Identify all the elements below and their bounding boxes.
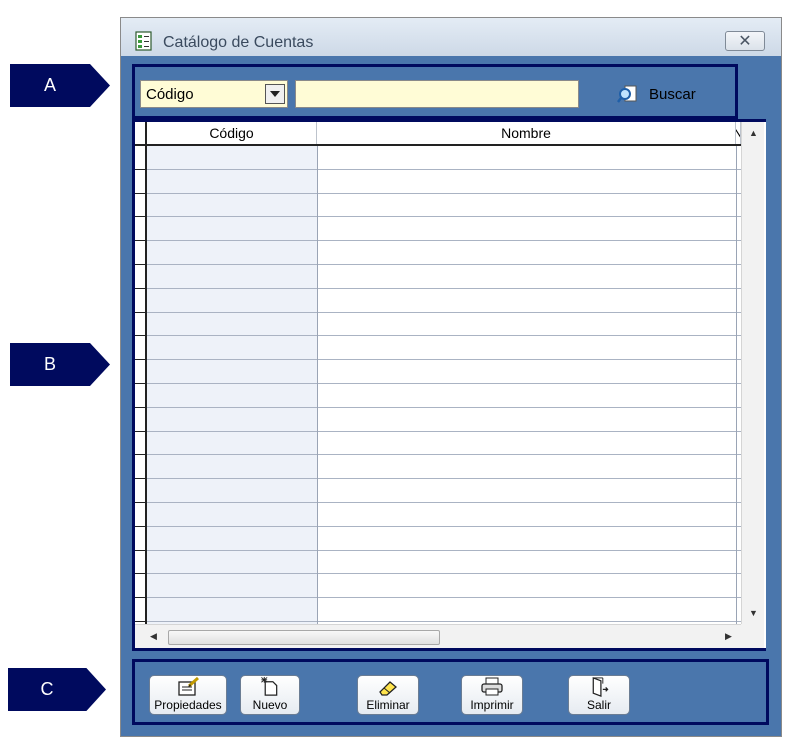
callout-a: A bbox=[10, 64, 110, 107]
horizontal-scrollbar[interactable]: ◀ ▶ bbox=[135, 624, 741, 648]
horizontal-scroll-thumb[interactable] bbox=[168, 630, 440, 645]
title-bar: Catálogo de Cuentas ✕ bbox=[121, 18, 781, 56]
column-header-nombre[interactable]: Nombre bbox=[317, 122, 736, 144]
eliminar-label: Eliminar bbox=[366, 698, 410, 712]
scroll-left-icon[interactable]: ◀ bbox=[150, 631, 157, 642]
new-document-icon bbox=[261, 676, 278, 696]
propiedades-label: Propiedades bbox=[154, 698, 222, 712]
grid-rows[interactable] bbox=[135, 146, 741, 624]
dropdown-button[interactable] bbox=[265, 84, 285, 104]
scroll-right-icon[interactable]: ▶ bbox=[725, 631, 732, 642]
buscar-button[interactable]: Buscar bbox=[617, 78, 717, 110]
scrollbar-corner bbox=[741, 624, 764, 648]
nuevo-label: Nuevo bbox=[252, 698, 288, 712]
close-button[interactable]: ✕ bbox=[725, 31, 765, 51]
salir-button[interactable]: Salir bbox=[568, 675, 630, 715]
nuevo-button[interactable]: Nuevo bbox=[240, 675, 300, 715]
buscar-label: Buscar bbox=[649, 85, 696, 103]
exit-door-icon bbox=[592, 677, 609, 697]
scroll-down-icon[interactable]: ▼ bbox=[749, 608, 758, 618]
imprimir-button[interactable]: Imprimir bbox=[461, 675, 523, 715]
search-field-select[interactable]: Código bbox=[140, 80, 288, 108]
scroll-up-icon[interactable]: ▲ bbox=[749, 128, 758, 138]
column-header-codigo[interactable]: Código bbox=[147, 122, 317, 144]
eliminar-button[interactable]: Eliminar bbox=[357, 675, 419, 715]
search-input[interactable] bbox=[295, 80, 579, 108]
salir-label: Salir bbox=[586, 698, 611, 712]
search-panel: Código Buscar bbox=[132, 64, 738, 119]
window-title: Catálogo de Cuentas bbox=[163, 34, 314, 51]
catalog-window: Catálogo de Cuentas ✕ Código Buscar Códi… bbox=[120, 17, 782, 737]
spreadsheet-icon bbox=[135, 31, 152, 51]
action-toolbar: Propiedades Nuevo Eliminar Imprimir Sali… bbox=[132, 659, 769, 725]
search-field-value: Código bbox=[146, 86, 194, 103]
codigo-column-bg bbox=[147, 146, 317, 624]
row-header-column bbox=[135, 122, 147, 144]
imprimir-label: Imprimir bbox=[470, 698, 514, 712]
magnifier-icon bbox=[617, 85, 637, 103]
window-client: Código Buscar Código Nombre ▲ ▼ ◀ ▶ Prop… bbox=[121, 56, 781, 736]
callout-c: C bbox=[8, 668, 106, 711]
printer-icon bbox=[481, 677, 503, 696]
accounts-grid[interactable]: Código Nombre N ▲ ▼ ◀ ▶ bbox=[132, 119, 766, 651]
propiedades-button[interactable]: Propiedades bbox=[149, 675, 227, 715]
vertical-scrollbar[interactable]: ▲ ▼ bbox=[741, 122, 764, 624]
close-icon: ✕ bbox=[738, 33, 752, 50]
eraser-icon bbox=[379, 681, 397, 696]
callout-b: B bbox=[10, 343, 110, 386]
grid-header: Código Nombre N bbox=[135, 122, 741, 146]
edit-document-icon bbox=[178, 677, 199, 696]
chevron-down-icon bbox=[270, 91, 280, 97]
